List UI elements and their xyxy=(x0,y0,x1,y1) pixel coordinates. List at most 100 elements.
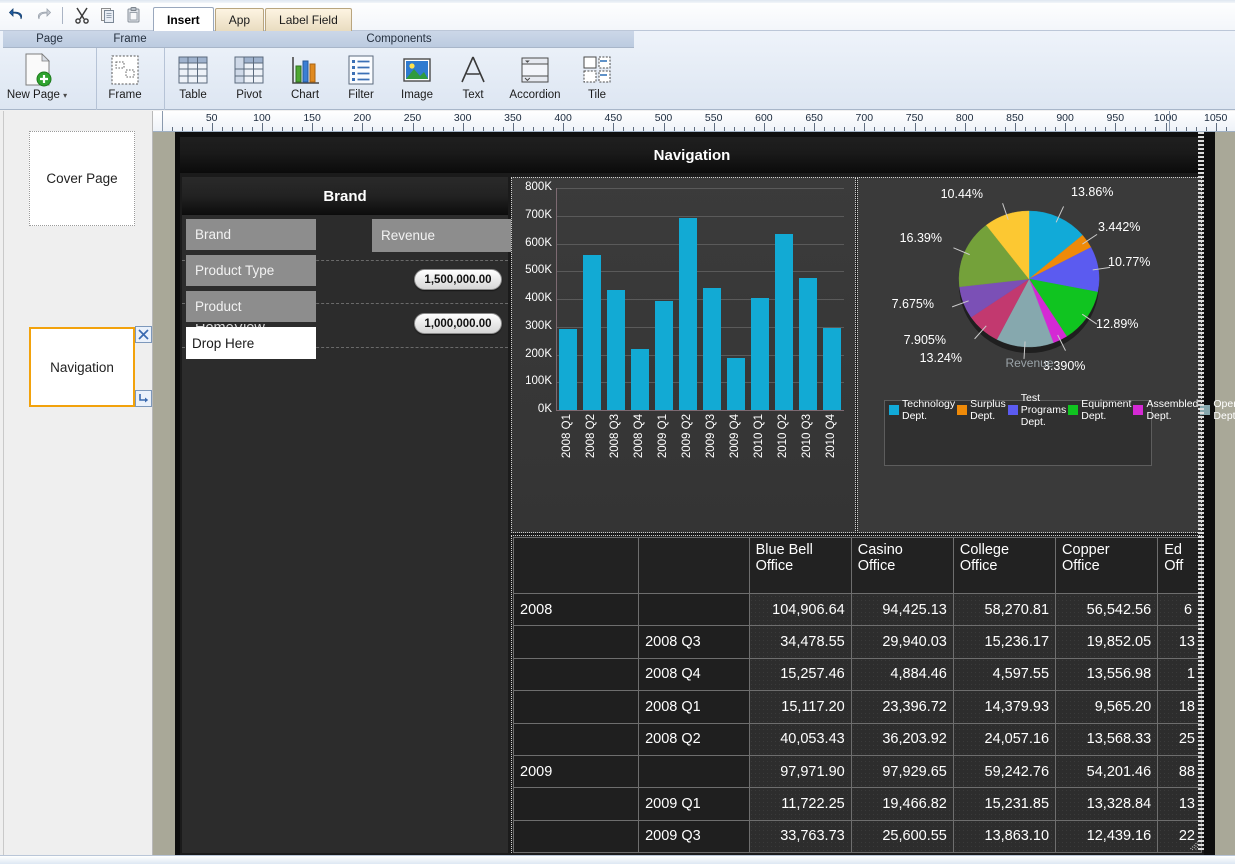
bar-chart-bar[interactable] xyxy=(655,300,673,410)
insert-table-button[interactable]: Table xyxy=(165,48,221,110)
legend-item[interactable]: Surplus Dept. xyxy=(957,398,1006,422)
pie-chart-frame[interactable]: 13.86% 3.442% 10.77% 12.89% 3.390% 13.24% 7.90… xyxy=(857,177,1235,533)
ribbon-group-page: Page New Page ▾ xyxy=(3,31,96,110)
legend-item[interactable]: Assembled Dept. xyxy=(1133,398,1198,422)
arrow-corner-icon[interactable] xyxy=(135,390,152,407)
pivot-header-line1: Ed xyxy=(1164,542,1182,558)
pivot-table-column-header[interactable]: Blue Bell Office xyxy=(748,537,852,594)
pivot-table-cell: 94,425.13 xyxy=(850,592,954,627)
frame-button[interactable]: Frame xyxy=(97,48,153,110)
brand-filter-panel[interactable]: Brand Brand Revenue FAMILUS HomeView Pro… xyxy=(182,177,512,853)
pivot-table-column-header[interactable]: College Office xyxy=(952,537,1057,594)
close-icon[interactable] xyxy=(135,326,152,343)
ruler-minor-tick xyxy=(894,127,896,131)
brand-panel-header: Brand xyxy=(182,177,508,215)
tab-app[interactable]: App xyxy=(214,8,265,31)
legend-item[interactable]: Operations Dept. xyxy=(1200,398,1235,422)
ruler-minor-tick xyxy=(1185,127,1187,131)
bar-chart-bar[interactable] xyxy=(703,288,721,410)
redo-button[interactable] xyxy=(32,4,54,26)
new-page-button[interactable]: New Page ▾ xyxy=(3,48,71,110)
tab-insert[interactable]: Insert xyxy=(153,7,214,31)
table-row[interactable]: 2008 Q1 15,117.20 23,396.72 14,379.93 9,565.… xyxy=(512,690,1202,724)
insert-filter-button[interactable]: Filter xyxy=(333,48,389,110)
insert-pivot-button[interactable]: Pivot xyxy=(221,48,277,110)
ruler-label: 400 xyxy=(554,112,572,124)
bar-chart-bar[interactable] xyxy=(775,234,793,410)
pivot-table-column-header[interactable]: Copper Office xyxy=(1055,537,1159,594)
bar-chart-x-tick-label: 2008 Q1 xyxy=(561,414,573,459)
new-page-label: New Page ▾ xyxy=(7,89,67,101)
bar-chart-y-tick-label: 100K xyxy=(525,375,552,388)
ruler-minor-tick xyxy=(382,127,384,131)
pivot-table-column-header[interactable] xyxy=(512,537,640,594)
page-thumb-navigation[interactable]: Navigation xyxy=(29,327,135,407)
drop-here-target[interactable]: Drop Here xyxy=(186,327,316,359)
insert-image-button[interactable]: Image xyxy=(389,48,445,110)
bar-chart-bar[interactable] xyxy=(631,348,649,410)
ruler-label: 850 xyxy=(1006,112,1024,124)
pivot-table-cell: 88 xyxy=(1157,754,1202,789)
pivot-table-cell: 12,439.16 xyxy=(1055,819,1159,854)
ribbon-group-components: Components Table Pivot Chart Filter Imag… xyxy=(164,31,634,110)
ruler-minor-tick xyxy=(683,127,685,131)
ruler-minor-tick xyxy=(181,127,183,131)
table-row[interactable]: 2009 Q3 33,763.73 25,600.55 13,863.10 12,439… xyxy=(512,819,1202,854)
bar-chart-x-tick-label: 2009 Q1 xyxy=(657,414,669,459)
bar-chart-bar[interactable] xyxy=(823,327,841,410)
bar-chart-bar[interactable] xyxy=(679,218,697,410)
ruler-minor-tick xyxy=(392,127,394,131)
pivot-table-column-header[interactable]: Casino Office xyxy=(850,537,954,594)
insert-accordion-button[interactable]: Accordion xyxy=(501,48,569,110)
ruler-minor-tick xyxy=(1034,127,1036,131)
pivot-table-cell: 97,929.65 xyxy=(850,754,954,789)
filter-item-product-type[interactable]: Product Type xyxy=(186,255,316,288)
bar-chart-bar[interactable] xyxy=(727,357,745,410)
ribbon-tabs: Insert App Label Field xyxy=(153,7,353,31)
table-row[interactable]: 2008 Q2 40,053.43 36,203.92 24,057.16 13,568… xyxy=(512,722,1202,756)
legend-item[interactable]: Technology Dept. xyxy=(889,398,955,422)
pivot-table-frame[interactable]: Blue Bell Office Casino Office College Office… xyxy=(511,535,1202,854)
bar-chart-bar[interactable] xyxy=(751,297,769,410)
page-canvas[interactable]: Navigation Brand Brand Revenue FAMILUS H… xyxy=(175,132,1235,855)
bar-chart-bar[interactable] xyxy=(607,289,625,410)
bar-chart-bar[interactable] xyxy=(559,328,577,410)
insert-tile-button[interactable]: Tile xyxy=(569,48,625,110)
ruler-minor-tick xyxy=(593,127,595,131)
ruler-minor-tick xyxy=(201,127,203,131)
table-row[interactable]: 2009 97,971.90 97,929.65 59,242.76 54,201.46… xyxy=(512,754,1202,789)
undo-button[interactable] xyxy=(6,4,28,26)
horizontal-ruler[interactable]: 50 100 150 200 250 300 350 400 450 500 550 600 650 70… xyxy=(153,111,1235,132)
bar-chart-bar[interactable] xyxy=(583,255,601,410)
bar-chart-frame[interactable]: 0K 100K 200K 300K 400K 500K 600K 700K 800K 2008 Q… xyxy=(511,177,856,533)
ruler-label: 700 xyxy=(855,112,874,124)
brand-column-header-dimension[interactable]: Brand xyxy=(186,219,316,252)
table-row[interactable]: 2008 Q4 15,257.46 4,884.46 4,597.55 13,556.9… xyxy=(512,657,1202,692)
tab-label-field[interactable]: Label Field xyxy=(265,8,352,31)
quick-access-toolbar: Insert App Label Field xyxy=(0,0,1235,31)
chevron-down-icon[interactable]: ▾ xyxy=(63,91,67,100)
insert-chart-button[interactable]: Chart xyxy=(277,48,333,110)
copy-button[interactable] xyxy=(97,4,119,26)
cut-button[interactable] xyxy=(71,4,93,26)
ruler-minor-tick xyxy=(834,127,836,131)
ruler-label: 650 xyxy=(805,112,823,124)
bar-chart-bar[interactable] xyxy=(799,277,817,410)
table-row[interactable]: 2009 Q1 11,722.25 19,466.82 15,231.85 13,328… xyxy=(512,787,1202,821)
paste-button[interactable] xyxy=(123,4,145,26)
ruler-minor-tick xyxy=(452,127,454,131)
ribbon-group-frame-title: Frame xyxy=(96,31,164,48)
legend-item[interactable]: Equipment Dept. xyxy=(1068,398,1131,422)
insert-text-button[interactable]: Text xyxy=(445,48,501,110)
table-row[interactable]: 2008 Q3 34,478.55 29,940.03 15,236.17 19,852… xyxy=(512,625,1202,659)
brand-measure-label: Revenue xyxy=(381,228,436,243)
brand-panel-body: Brand Revenue FAMILUS HomeView Product T… xyxy=(182,215,512,853)
legend-item[interactable]: Test Programs Dept. xyxy=(1007,392,1066,428)
table-row[interactable]: 2008 104,906.64 94,425.13 58,270.81 56,542.5… xyxy=(512,592,1202,627)
pivot-table-column-header[interactable] xyxy=(638,537,750,594)
page-thumb-cover-page[interactable]: Cover Page xyxy=(29,131,135,226)
pivot-table-column-header[interactable]: Ed Off xyxy=(1157,537,1202,594)
pivot-header-line1: Blue Bell xyxy=(755,542,813,558)
filter-item-product[interactable]: Product xyxy=(186,291,316,324)
horizontal-scrollbar[interactable] xyxy=(0,855,1235,864)
